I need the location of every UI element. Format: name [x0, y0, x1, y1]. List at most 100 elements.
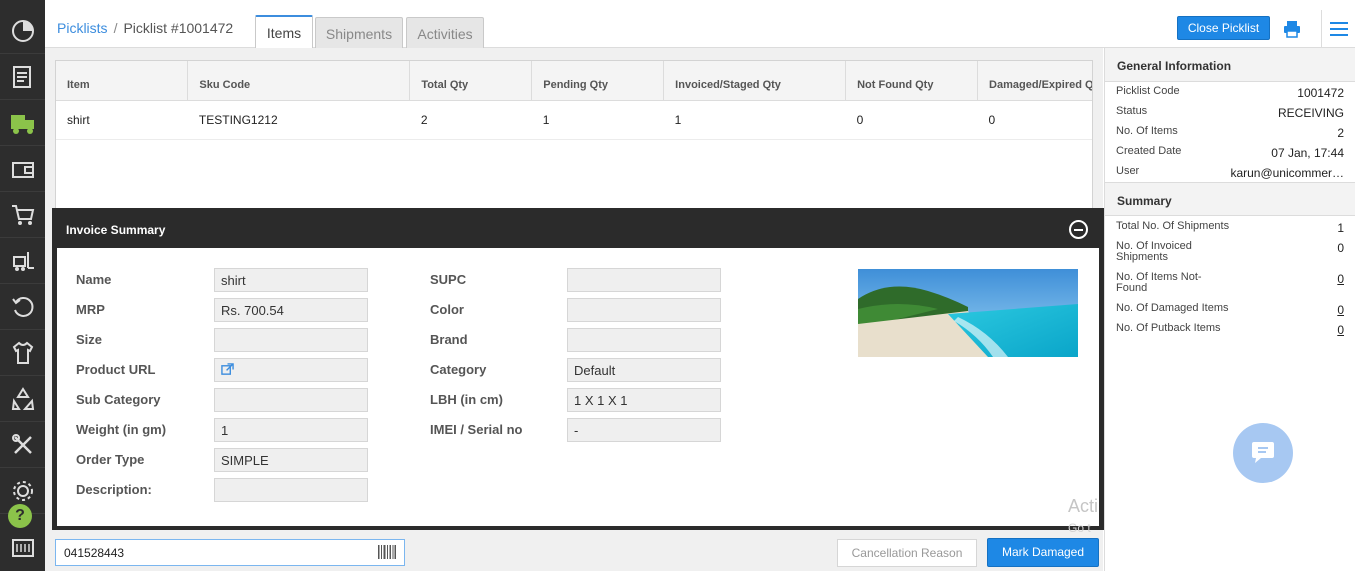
cart-icon[interactable] — [0, 192, 45, 238]
shipping-truck-icon[interactable] — [0, 100, 45, 146]
summary-label: No. Of Items Not-Found — [1116, 271, 1202, 294]
field-label-color: Color — [430, 302, 464, 317]
field-size — [214, 328, 368, 352]
items-table: Item Sku Code Total Qty Pending Qty Invo… — [56, 61, 1092, 140]
field-order-type: SIMPLE — [214, 448, 368, 472]
cell-total-qty: 2 — [409, 100, 532, 140]
field-label-description: Description: — [76, 482, 152, 497]
barcode-icon — [378, 545, 396, 559]
field-label-lbh: LBH (in cm) — [430, 392, 503, 407]
table-header-row: Item Sku Code Total Qty Pending Qty Invo… — [56, 61, 1092, 101]
field-imei-serial: - — [567, 418, 721, 442]
summary-row-items-not-found: No. Of Items Not-Found 0 — [1105, 272, 1355, 298]
column-header-pending-qty[interactable]: Pending Qty — [531, 61, 665, 101]
recycle-icon[interactable] — [0, 376, 45, 422]
hamburger-menu-icon[interactable] — [1321, 10, 1355, 48]
column-header-damaged-expired-qty[interactable]: Damaged/Expired Q — [977, 61, 1092, 101]
breadcrumb: Picklists / Picklist #1001472 — [57, 20, 233, 36]
field-weight: 1 — [214, 418, 368, 442]
info-label: User — [1116, 165, 1140, 177]
info-value: 2 — [1337, 126, 1344, 140]
tab-shipments[interactable]: Shipments — [315, 17, 403, 48]
field-supc — [567, 268, 721, 292]
info-value: 1001472 — [1297, 86, 1344, 100]
returns-icon[interactable] — [0, 284, 45, 330]
field-label-supc: SUPC — [430, 272, 467, 287]
cancellation-reason-button[interactable]: Cancellation Reason — [837, 539, 977, 567]
activation-watermark-subtext: Go t — [1068, 521, 1091, 535]
summary-label: Total No. Of Shipments — [1116, 220, 1230, 232]
column-header-not-found-qty[interactable]: Not Found Qty — [845, 61, 979, 101]
field-lbh: 1 X 1 X 1 — [567, 388, 721, 412]
column-header-item[interactable]: Item — [56, 61, 189, 101]
column-header-total-qty[interactable]: Total Qty — [409, 61, 533, 101]
field-description — [214, 478, 368, 502]
info-value: karun@unicommer… — [1230, 166, 1344, 180]
product-image — [858, 269, 1078, 357]
invoice-summary-title: Invoice Summary — [66, 223, 166, 237]
column-header-invoiced-staged-qty[interactable]: Invoiced/Staged Qty — [663, 61, 847, 101]
summary-row-invoiced-shipments: No. Of Invoiced Shipments 0 — [1105, 241, 1355, 267]
cell-pending-qty: 1 — [531, 100, 664, 140]
field-label-product-url: Product URL — [76, 362, 156, 377]
info-label: No. Of Items — [1116, 125, 1178, 137]
field-category: Default — [567, 358, 721, 382]
cell-invoiced-staged-qty: 1 — [663, 100, 846, 140]
breadcrumb-current: Picklist #1001472 — [123, 20, 234, 36]
info-label: Created Date — [1116, 145, 1182, 157]
forklift-icon[interactable] — [0, 238, 45, 284]
cell-not-found-qty: 0 — [845, 100, 978, 140]
info-row-status: Status RECEIVING — [1105, 106, 1355, 124]
field-mrp: Rs. 700.54 — [214, 298, 368, 322]
summary-value-link[interactable]: 0 — [1337, 272, 1344, 286]
field-label-order-type: Order Type — [76, 452, 145, 467]
barcode-scan-icon[interactable] — [0, 525, 45, 571]
summary-title: Summary — [1105, 182, 1355, 216]
tab-items[interactable]: Items — [255, 15, 313, 48]
summary-row-putback-items: No. Of Putback Items 0 — [1105, 323, 1355, 341]
printer-icon[interactable] — [1282, 19, 1302, 39]
breadcrumb-picklists-link[interactable]: Picklists — [57, 20, 108, 36]
info-label: Picklist Code — [1116, 85, 1180, 97]
field-color — [567, 298, 721, 322]
summary-value-link[interactable]: 0 — [1337, 303, 1344, 317]
invoice-summary-body: Name shirt MRP Rs. 700.54 Size Product U… — [57, 248, 1099, 526]
info-row-items: No. Of Items 2 — [1105, 126, 1355, 144]
summary-label: No. Of Damaged Items — [1116, 302, 1229, 314]
tab-activities[interactable]: Activities — [406, 17, 484, 48]
tools-icon[interactable] — [0, 422, 45, 468]
activation-watermark: Acti — [1068, 496, 1099, 516]
cell-item: shirt — [56, 100, 188, 140]
invoice-summary-panel: Invoice Summary Name shirt MRP Rs. 700.5… — [52, 208, 1104, 530]
field-name: shirt — [214, 268, 368, 292]
barcode-input[interactable]: 041528443 — [55, 539, 405, 566]
dashboard-icon[interactable] — [0, 8, 45, 54]
orders-icon[interactable] — [0, 54, 45, 100]
field-product-url — [214, 358, 368, 382]
field-label-sub-category: Sub Category — [76, 392, 161, 407]
field-label-imei-serial: IMEI / Serial no — [430, 422, 523, 437]
info-value: RECEIVING — [1277, 106, 1344, 120]
close-picklist-button[interactable]: Close Picklist — [1177, 16, 1270, 40]
apparel-icon[interactable] — [0, 330, 45, 376]
field-brand — [567, 328, 721, 352]
summary-value-link[interactable]: 0 — [1337, 323, 1344, 337]
column-header-sku-code[interactable]: Sku Code — [187, 61, 411, 101]
field-label-category: Category — [430, 362, 487, 377]
mark-damaged-button[interactable]: Mark Damaged — [987, 538, 1099, 567]
external-link-icon[interactable] — [221, 363, 234, 376]
wallet-icon[interactable] — [0, 146, 45, 192]
summary-row-damaged-items: No. Of Damaged Items 0 — [1105, 303, 1355, 321]
cell-damaged-expired-qty: 0 — [977, 100, 1092, 140]
field-label-mrp: MRP — [76, 302, 105, 317]
general-information-title: General Information — [1105, 48, 1355, 82]
summary-value: 0 — [1337, 241, 1344, 255]
chat-icon[interactable] — [1233, 423, 1293, 483]
info-row-picklist-code: Picklist Code 1001472 — [1105, 86, 1355, 104]
table-row[interactable]: shirt TESTING1212 2 1 1 0 0 — [56, 100, 1092, 140]
info-value: 07 Jan, 17:44 — [1271, 146, 1344, 160]
summary-label: No. Of Putback Items — [1116, 322, 1221, 334]
collapse-minus-icon[interactable] — [1069, 220, 1088, 239]
field-label-name: Name — [76, 272, 112, 287]
cell-sku-code: TESTING1212 — [187, 100, 410, 140]
